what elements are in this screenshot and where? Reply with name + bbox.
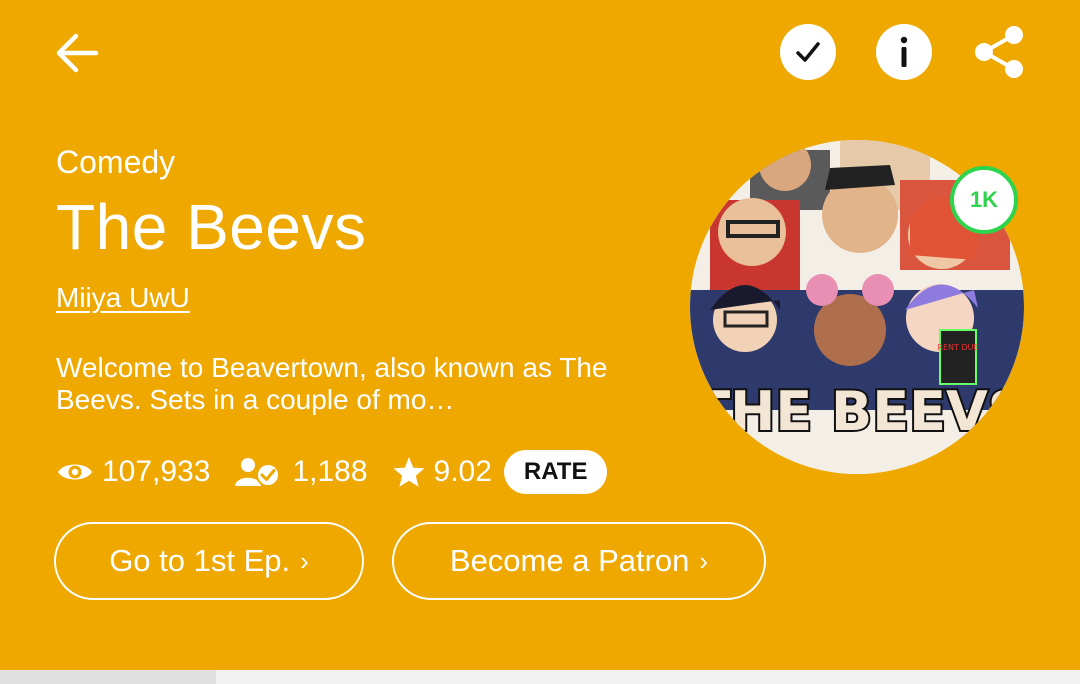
subscribers-stat: 1,188 <box>234 455 368 489</box>
share-button[interactable] <box>970 22 1030 82</box>
stats-row: 107,933 1,188 9.02 RATE <box>56 450 608 494</box>
first-episode-label: Go to 1st Ep. <box>109 543 291 578</box>
rating-value: 9.02 <box>433 455 492 488</box>
active-tab-indicator <box>0 670 216 684</box>
genre-label: Comedy <box>56 144 176 180</box>
become-patron-button[interactable]: Become a Patron › <box>392 522 766 600</box>
subscriber-badge: 1K <box>950 166 1018 234</box>
star-icon <box>393 457 425 487</box>
back-button[interactable] <box>50 26 104 80</box>
chevron-right-icon: › <box>699 545 709 576</box>
top-bar <box>0 0 1080 110</box>
arrow-left-icon <box>56 33 99 73</box>
share-icon <box>975 26 1023 78</box>
rate-button[interactable]: RATE <box>503 450 608 494</box>
check-icon <box>796 42 820 62</box>
subscriber-check-icon <box>235 458 281 487</box>
subscribers-count: 1,188 <box>292 455 368 488</box>
info-icon <box>900 36 908 67</box>
views-stat: 107,933 <box>56 455 210 489</box>
chevron-right-icon: › <box>300 545 309 576</box>
eye-icon <box>58 464 92 480</box>
first-episode-button[interactable]: Go to 1st Ep. › <box>54 522 364 600</box>
cover-logo-text: THE BEEVS <box>693 380 1024 443</box>
author-link[interactable]: Miiya UwU <box>56 282 190 314</box>
bottom-tab-strip <box>0 670 1080 684</box>
info-button[interactable] <box>876 24 932 80</box>
subscribe-button[interactable] <box>780 24 836 80</box>
patron-label: Become a Patron <box>449 543 690 578</box>
cover-sign-text: RENT DUE <box>937 343 978 352</box>
series-title: The Beevs <box>56 191 367 263</box>
rating-stat: 9.02 <box>392 455 492 489</box>
views-count: 107,933 <box>102 455 211 488</box>
series-synopsis[interactable]: Welcome to Beavertown, also known as The… <box>56 352 666 416</box>
